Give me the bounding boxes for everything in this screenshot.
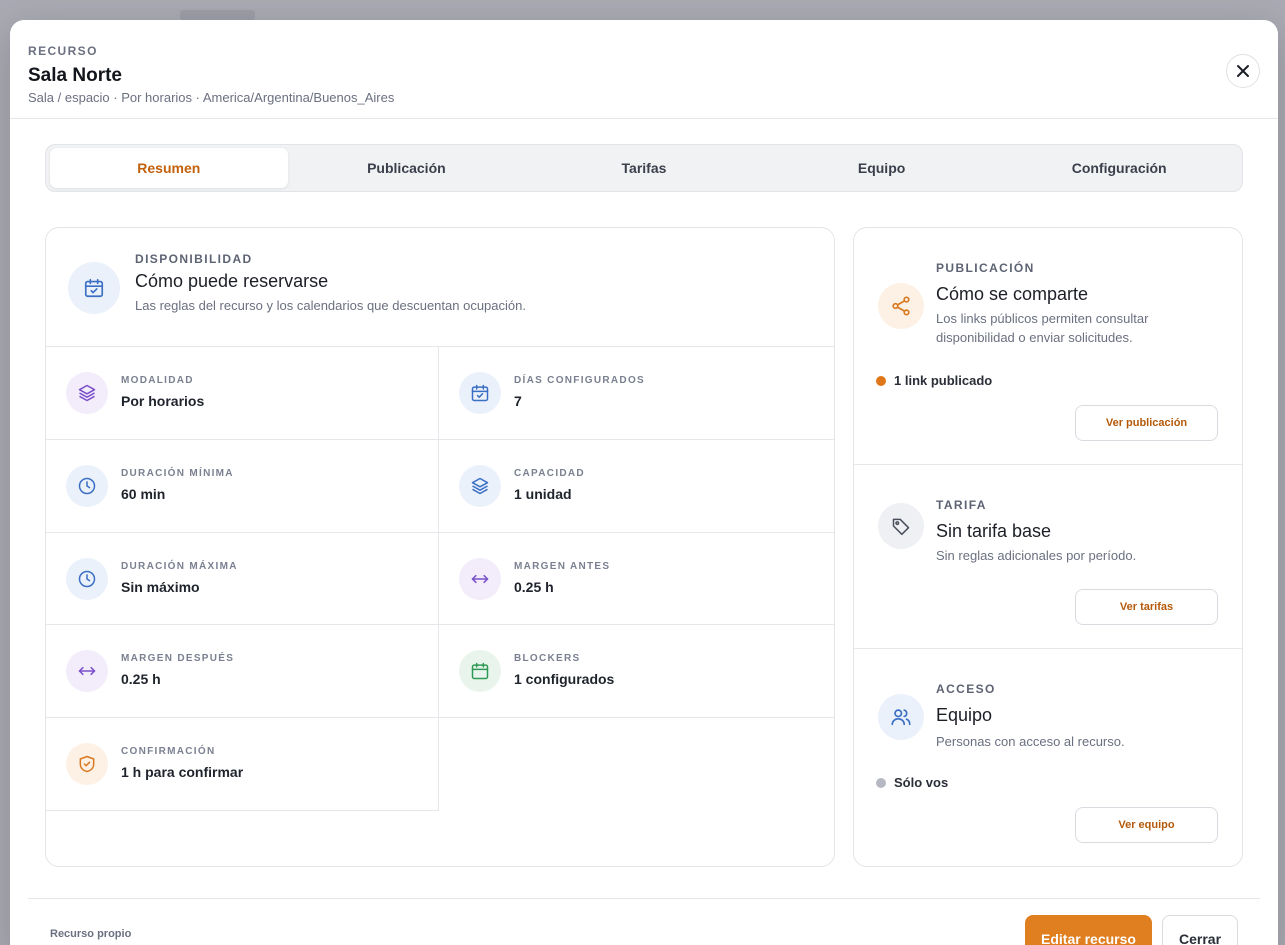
- detail-margen-antes: MARGEN ANTES 0.25 h: [439, 533, 834, 626]
- publication-description: Los links públicos permiten consultar di…: [936, 311, 1149, 345]
- tab-tarifas[interactable]: Tarifas: [525, 148, 763, 188]
- availability-grid: MODALIDAD Por horarios DÍAS CONFIGURADOS…: [46, 347, 834, 811]
- resource-modal: RECURSO Sala Norte Sala / espacio · Por …: [10, 20, 1278, 945]
- close-icon: [1236, 64, 1250, 78]
- detail-value: Sin máximo: [121, 578, 200, 595]
- layers-icon: [459, 464, 501, 507]
- detail-label: MODALIDAD: [121, 375, 194, 386]
- backdrop: [180, 10, 255, 20]
- tab-publicacion[interactable]: Publicación: [288, 148, 526, 188]
- share-icon: [878, 283, 924, 329]
- arrows-horizontal-icon: [66, 650, 108, 693]
- detail-value: 1 unidad: [514, 485, 572, 502]
- detail-value: 1 h para confirmar: [121, 764, 244, 781]
- publication-eyebrow: PUBLICACIÓN: [936, 261, 1035, 275]
- shield-check-icon: [66, 743, 108, 786]
- access-description: Personas con acceso al recurso.: [936, 734, 1125, 749]
- tab-configuracion[interactable]: Configuración: [1000, 148, 1238, 188]
- availability-title: Cómo puede reservarse: [135, 271, 329, 291]
- edit-resource-button[interactable]: Editar recurso: [1025, 915, 1152, 945]
- modal-subtitle: Sala / espacio · Por horarios · America/…: [28, 90, 395, 105]
- detail-label: DURACIÓN MÍNIMA: [121, 467, 234, 479]
- access-status-text: Sólo vos: [894, 775, 949, 790]
- access-eyebrow: ACCESO: [936, 682, 996, 696]
- detail-label: CAPACIDAD: [514, 467, 585, 479]
- publication-title: Cómo se comparte: [936, 284, 1089, 304]
- access-status: Sólo vos: [876, 775, 948, 790]
- close-modal-button[interactable]: Cerrar: [1162, 915, 1238, 945]
- detail-margen-despues: MARGEN DESPUÉS 0.25 h: [46, 625, 439, 719]
- calendar-check-icon: [459, 372, 501, 414]
- detail-label: MARGEN ANTES: [514, 560, 611, 572]
- view-rates-button[interactable]: Ver tarifas: [1075, 589, 1218, 625]
- detail-value: Por horarios: [121, 393, 205, 409]
- availability-eyebrow: DISPONIBILIDAD: [135, 252, 253, 266]
- detail-value: 0.25 h: [121, 671, 161, 688]
- layers-icon: [66, 372, 108, 414]
- access-title: Equipo: [936, 705, 993, 725]
- calendar-check-icon: [68, 262, 120, 314]
- modal-title: Sala Norte: [28, 65, 122, 86]
- close-button[interactable]: [1226, 54, 1260, 88]
- detail-label: BLOCKERS: [514, 653, 581, 665]
- detail-label: DÍAS CONFIGURADOS: [514, 375, 645, 386]
- detail-duracion-maxima: DURACIÓN MÁXIMA Sin máximo: [46, 532, 439, 626]
- detail-label: CONFIRMACIÓN: [121, 746, 216, 758]
- publication-status-text: 1 link publicado: [894, 373, 993, 388]
- rate-eyebrow: TARIFA: [936, 498, 987, 512]
- tab-equipo[interactable]: Equipo: [763, 148, 1001, 188]
- tab-resumen[interactable]: Resumen: [50, 148, 288, 188]
- detail-modalidad: MODALIDAD Por horarios: [46, 347, 439, 440]
- view-team-button[interactable]: Ver equipo: [1075, 807, 1218, 843]
- modal-header: RECURSO Sala Norte Sala / espacio · Por …: [10, 20, 1278, 119]
- footer-divider: [28, 898, 1260, 899]
- clock-icon: [66, 464, 108, 507]
- arrows-horizontal-icon: [459, 557, 501, 600]
- detail-label: MARGEN DESPUÉS: [121, 653, 235, 665]
- detail-empty: [439, 718, 834, 811]
- detail-capacidad: CAPACIDAD 1 unidad: [439, 440, 834, 533]
- tab-bar: Resumen Publicación Tarifas Equipo Confi…: [45, 144, 1243, 192]
- availability-header: DISPONIBILIDAD Cómo puede reservarse Las…: [46, 228, 834, 347]
- tag-icon: [878, 503, 924, 549]
- detail-confirmacion: CONFIRMACIÓN 1 h para confirmar: [46, 718, 439, 811]
- publication-section: PUBLICACIÓN Cómo se comparte Los links p…: [854, 228, 1242, 465]
- detail-label: DURACIÓN MÁXIMA: [121, 560, 238, 572]
- availability-description: Las reglas del recurso y los calendarios…: [135, 298, 526, 313]
- calendar-icon: [459, 650, 501, 693]
- clock-icon: [66, 557, 108, 600]
- modal-eyebrow: RECURSO: [28, 44, 98, 58]
- availability-card: DISPONIBILIDAD Cómo puede reservarse Las…: [45, 227, 835, 867]
- access-section: ACCESO Equipo Personas con acceso al rec…: [854, 649, 1242, 866]
- ownership-note: Recurso propio: [50, 928, 132, 940]
- detail-value: 60 min: [121, 485, 166, 502]
- users-icon: [878, 694, 924, 740]
- detail-value: 7: [514, 393, 522, 409]
- summary-sidebar: PUBLICACIÓN Cómo se comparte Los links p…: [853, 227, 1243, 867]
- detail-dias-configurados: DÍAS CONFIGURADOS 7: [439, 347, 834, 440]
- detail-value: 0.25 h: [514, 578, 554, 595]
- rate-section: TARIFA Sin tarifa base Sin reglas adicio…: [854, 465, 1242, 649]
- status-dot-icon: [876, 777, 886, 788]
- detail-value: 1 configurados: [514, 671, 615, 688]
- detail-duracion-minima: DURACIÓN MÍNIMA 60 min: [46, 439, 439, 533]
- rate-title: Sin tarifa base: [936, 521, 1052, 541]
- view-publication-button[interactable]: Ver publicación: [1075, 405, 1218, 441]
- publication-status: 1 link publicado: [876, 373, 992, 388]
- detail-blockers: BLOCKERS 1 configurados: [439, 625, 834, 719]
- status-dot-icon: [876, 375, 886, 386]
- rate-description: Sin reglas adicionales por período.: [936, 548, 1137, 563]
